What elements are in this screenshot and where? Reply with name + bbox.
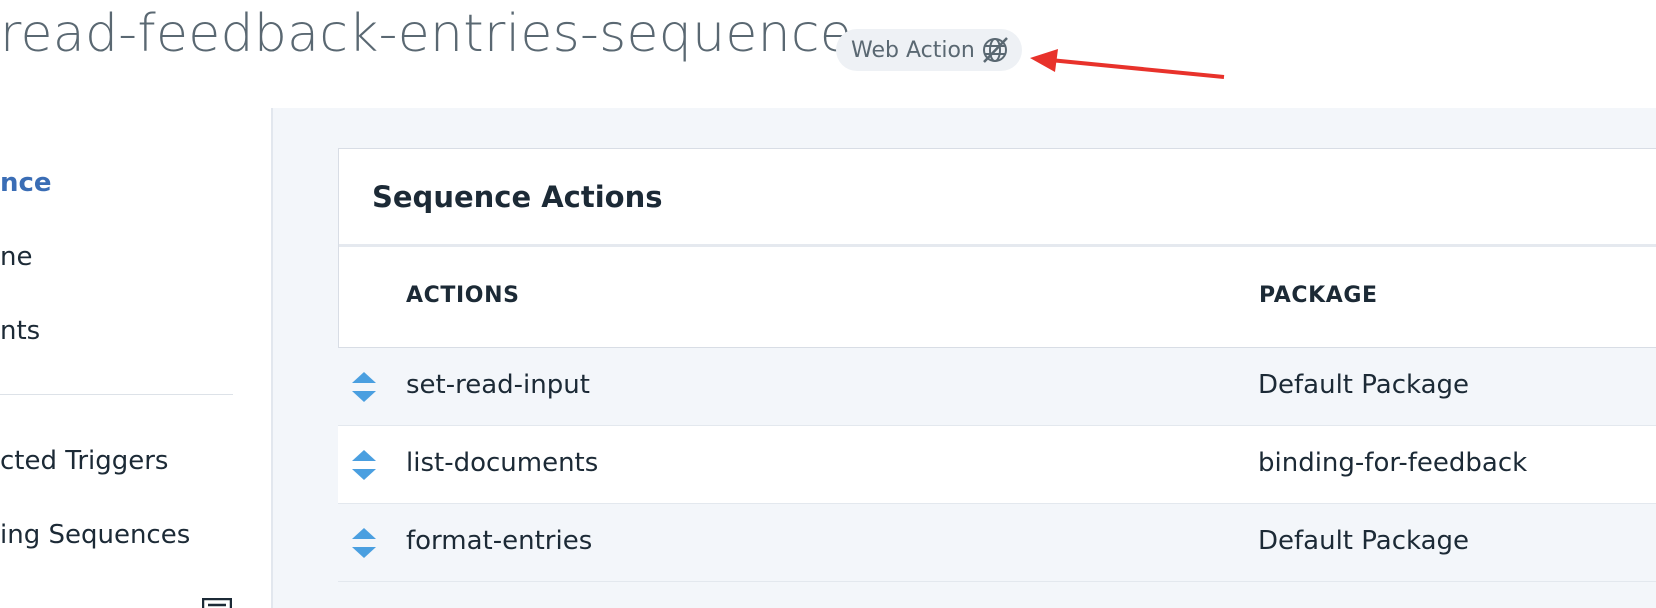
- action-name[interactable]: list-documents: [406, 448, 598, 478]
- table-header: ACTIONS PACKAGE: [339, 247, 1656, 347]
- sequence-actions-card: Sequence Actions ACTIONS PACKAGE: [338, 148, 1656, 348]
- table-row[interactable]: list-documents binding-for-feedback: [338, 426, 1656, 504]
- web-globe-slash-icon: [983, 37, 1008, 63]
- package-name: binding-for-feedback: [1258, 448, 1528, 478]
- sidebar-item-connected-triggers[interactable]: cted Triggers: [0, 446, 168, 476]
- document-icon[interactable]: [202, 598, 232, 608]
- badge-label: Web Action: [851, 37, 975, 63]
- sidebar-item-enclosing-sequences[interactable]: ing Sequences: [0, 520, 190, 550]
- table-row[interactable]: set-read-input Default Package: [338, 348, 1656, 426]
- page-header: read-feedback-entries-sequence Web Actio…: [0, 0, 1656, 105]
- sidebar-item-sequence[interactable]: nce: [0, 168, 52, 198]
- sidebar-item-parameters[interactable]: nts: [0, 316, 40, 346]
- reorder-handle-icon[interactable]: [350, 449, 378, 481]
- sidebar-divider: [0, 394, 233, 395]
- column-header-actions: ACTIONS: [406, 283, 520, 308]
- page-title: read-feedback-entries-sequence: [0, 4, 853, 64]
- sidebar: nce ne nts cted Triggers ing Sequences: [0, 108, 273, 608]
- reorder-handle-icon[interactable]: [350, 371, 378, 403]
- sidebar-item-runtime[interactable]: ne: [0, 242, 32, 272]
- reorder-handle-icon[interactable]: [350, 527, 378, 559]
- package-name: Default Package: [1258, 526, 1470, 556]
- web-action-badge[interactable]: Web Action: [836, 29, 1022, 71]
- action-name[interactable]: set-read-input: [406, 370, 590, 400]
- card-title: Sequence Actions: [339, 149, 1656, 247]
- table-row[interactable]: format-entries Default Package: [338, 504, 1656, 582]
- column-header-package: PACKAGE: [1259, 283, 1378, 308]
- annotation-arrow: [1030, 49, 1225, 79]
- action-name[interactable]: format-entries: [406, 526, 592, 556]
- table-body: set-read-input Default Package list-docu…: [338, 348, 1656, 582]
- package-name: Default Package: [1258, 370, 1470, 400]
